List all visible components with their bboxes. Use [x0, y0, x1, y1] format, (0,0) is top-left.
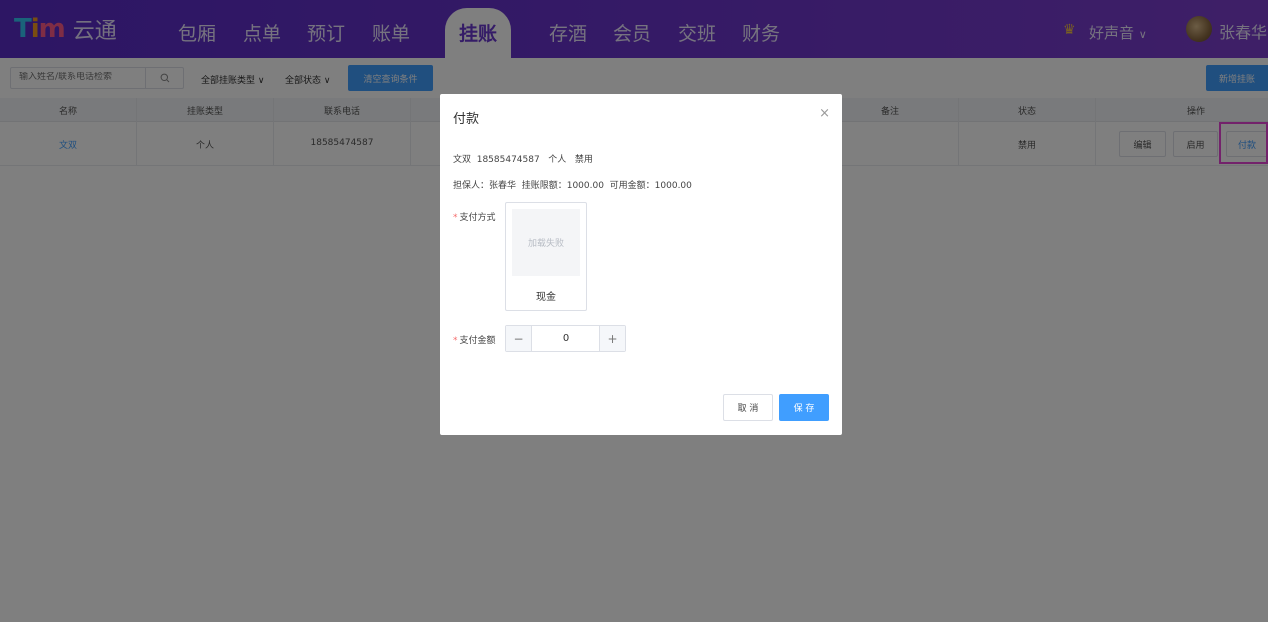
required-mark: * [453, 213, 458, 223]
close-icon[interactable]: × [819, 106, 830, 121]
guarantor-info: 担保人：张春华 挂账限额：1000.00 可用金额：1000.00 [453, 181, 692, 191]
amount-label: * 支付金额 [453, 333, 496, 346]
cancel-button[interactable]: 取 消 [723, 394, 773, 421]
save-button[interactable]: 保 存 [779, 394, 829, 421]
pay-method-label: * 支付方式 [453, 210, 496, 223]
required-mark: * [453, 336, 458, 346]
amount-label-text: 支付金额 [459, 336, 496, 346]
pay-method-cash-option[interactable]: 加载失败 现金 [505, 202, 587, 311]
pay-method-label-text: 支付方式 [459, 213, 496, 223]
pay-method-image: 加载失败 [512, 209, 580, 276]
dialog-title: 付款 [453, 112, 480, 127]
pay-method-name: 现金 [536, 292, 556, 303]
increment-button[interactable]: + [599, 326, 625, 351]
account-summary: 文双 18585474587 个人 禁用 [453, 155, 593, 165]
amount-stepper: − + [505, 325, 626, 352]
payment-dialog: 付款 × 文双 18585474587 个人 禁用 担保人：张春华 挂账限额：1… [440, 94, 842, 435]
amount-input[interactable] [533, 326, 599, 351]
decrement-button[interactable]: − [506, 326, 532, 351]
